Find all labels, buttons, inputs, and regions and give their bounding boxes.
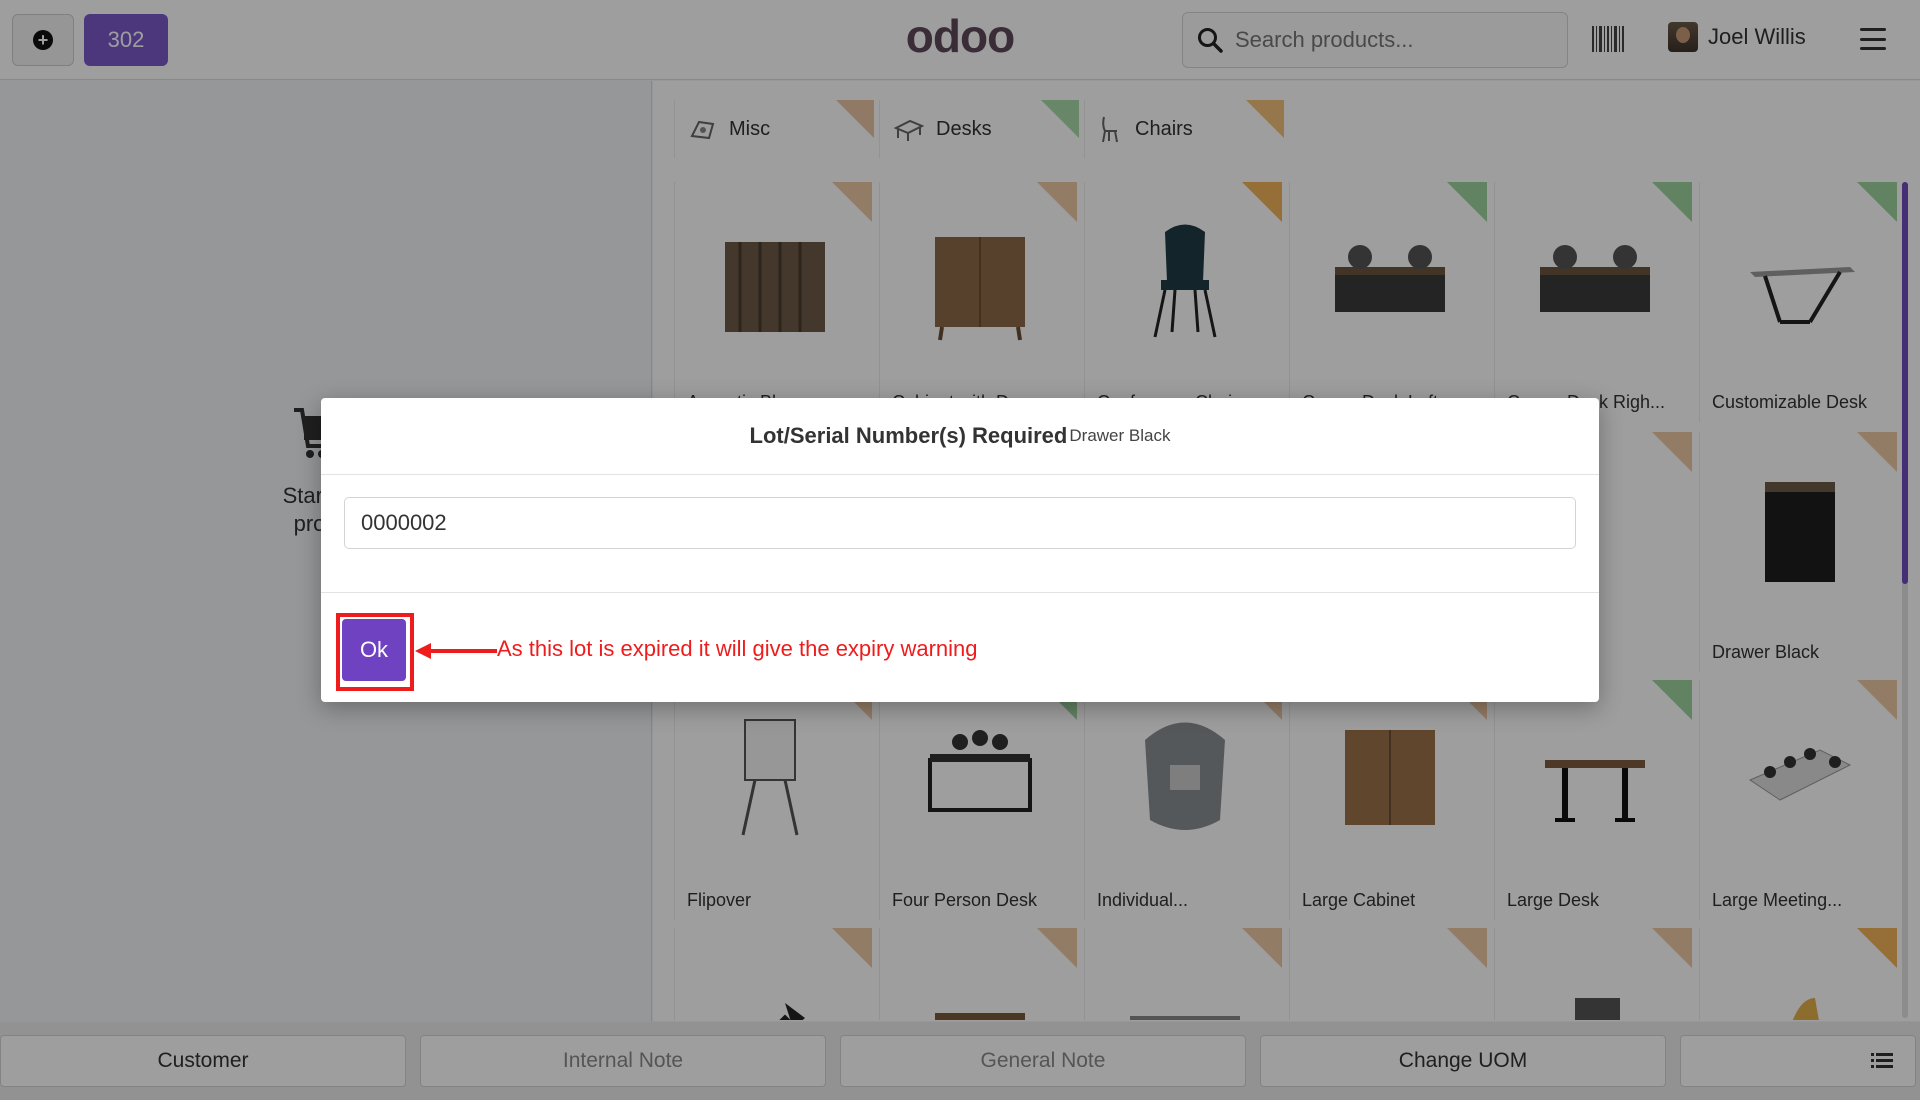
dialog-body <box>321 476 1599 593</box>
lot-number-input[interactable] <box>344 497 1576 549</box>
lot-number-dialog: Lot/Serial Number(s) Required Drawer Bla… <box>321 398 1599 702</box>
dialog-product-name: Drawer Black <box>1069 426 1171 445</box>
dialog-title: Lot/Serial Number(s) Required <box>749 423 1068 448</box>
ok-button-label: Ok <box>359 637 389 662</box>
ok-button[interactable]: Ok <box>342 619 406 681</box>
annotation-text: As this lot is expired it will give the … <box>497 636 978 661</box>
dialog-header: Lot/Serial Number(s) Required Drawer Bla… <box>321 398 1599 475</box>
annotation-arrow-icon <box>415 643 497 659</box>
dialog-footer: Ok As this lot is expired it will give t… <box>321 594 1599 702</box>
